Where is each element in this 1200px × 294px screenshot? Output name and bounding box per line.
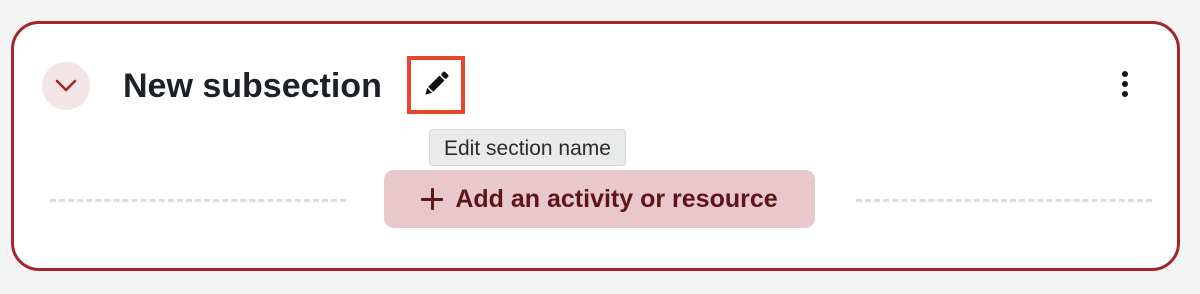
subsection-title: New subsection bbox=[123, 67, 382, 105]
plus-icon bbox=[421, 188, 444, 210]
add-activity-label: Add an activity or resource bbox=[455, 184, 778, 213]
collapse-button[interactable] bbox=[42, 62, 90, 110]
pencil-icon bbox=[420, 68, 452, 103]
vertical-ellipsis-icon bbox=[1121, 70, 1129, 103]
add-activity-button[interactable]: Add an activity or resource bbox=[384, 170, 815, 228]
edit-section-name-button[interactable] bbox=[407, 56, 465, 114]
edit-section-name-tooltip: Edit section name bbox=[429, 129, 626, 166]
chevron-down-icon bbox=[55, 79, 77, 93]
section-actions-menu-button[interactable] bbox=[1107, 64, 1143, 108]
subsection-card: New subsection Edit section name Add an … bbox=[11, 21, 1180, 271]
dashed-divider-right bbox=[856, 199, 1152, 202]
dashed-divider-left bbox=[50, 199, 346, 202]
